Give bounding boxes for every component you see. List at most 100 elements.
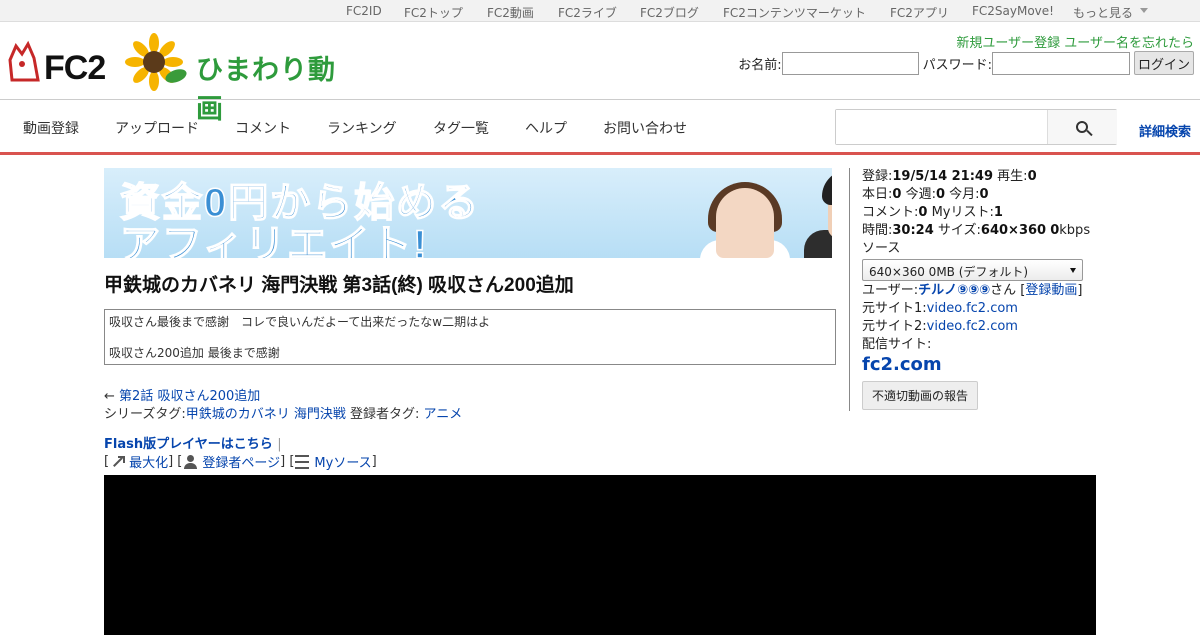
user-tag-label: 登録者タグ: — [350, 407, 420, 422]
topbar-more[interactable]: もっと見る — [1073, 4, 1133, 21]
mylist-count: 1 — [993, 205, 1003, 220]
topbar-fc2app[interactable]: FC2アプリ — [890, 4, 949, 21]
nav-ranking[interactable]: ランキング — [327, 118, 397, 138]
info-divider — [849, 168, 850, 411]
topbar-fc2saymove[interactable]: FC2SayMove! — [972, 4, 1054, 18]
comments-label: コメント: — [862, 205, 919, 220]
month-label: 今月: — [949, 187, 980, 202]
source-label: ソース — [862, 241, 901, 256]
login-form: お名前: パスワード: ログイン — [738, 51, 1194, 75]
main-nav: 動画登録 アップロード コメント ランキング タグ一覧 ヘルプ お問い合わせ 詳… — [0, 100, 1200, 155]
banner-woman-image — [716, 188, 774, 258]
user-tag-link[interactable]: アニメ — [424, 407, 463, 422]
fc2-mascot-icon — [8, 40, 40, 82]
flash-player-link[interactable]: Flash版プレイヤーはこちら — [104, 437, 273, 452]
site-logo[interactable]: FC2 ひまわり動画 — [6, 32, 356, 124]
description-line: 吸収さん最後まで感謝 コレで良いんだよーて出来だったなw二期はよ — [109, 315, 491, 329]
month-count: 0 — [979, 187, 989, 202]
previous-episode: ← 第2話 吸収さん200追加 — [104, 385, 260, 404]
video-info-panel: 登録:19/5/14 21:49 再生:0 本日:0 今週:0 今月:0 コメン… — [862, 168, 1090, 258]
week-label: 今週: — [905, 187, 936, 202]
expand-icon — [110, 455, 126, 469]
origin2-link[interactable]: video.fc2.com — [927, 319, 1018, 334]
plays-label: 再生: — [997, 169, 1028, 184]
nav-contact[interactable]: お問い合わせ — [603, 118, 687, 138]
nav-upload[interactable]: アップロード — [115, 118, 199, 138]
series-tag-label: シリーズタグ: — [104, 407, 186, 422]
left-arrow-icon: ← — [104, 389, 115, 404]
bitrate-unit: kbps — [1059, 223, 1091, 238]
video-player[interactable] — [104, 475, 1096, 635]
comment-count: 0 — [918, 205, 928, 220]
report-video-button[interactable]: 不適切動画の報告 — [862, 381, 978, 410]
sunflower-icon — [125, 33, 187, 91]
previous-episode-link[interactable]: 第2話 吸収さん200追加 — [119, 389, 260, 404]
advanced-search-link[interactable]: 詳細検索 — [1139, 121, 1191, 140]
mylist-label: Myリスト: — [931, 205, 994, 220]
nav-comment[interactable]: コメント — [235, 118, 291, 138]
size-label: サイズ: — [937, 223, 981, 238]
topbar-fc2top[interactable]: FC2トップ — [404, 4, 463, 21]
name-input[interactable] — [781, 51, 919, 75]
name-label: お名前: — [738, 57, 782, 73]
user-label: ユーザー: — [862, 283, 919, 298]
chevron-down-icon — [1070, 268, 1076, 273]
series-tag-link[interactable]: 甲鉄城のカバネリ 海門決戦 — [186, 407, 346, 422]
user-videos-link[interactable]: 登録動画 — [1025, 283, 1077, 298]
source-info: ユーザー:チルノ⑨⑨⑨さん [登録動画] 元サイト1:video.fc2.com… — [862, 283, 1083, 352]
video-title: 甲鉄城のカバネリ 海門決戦 第3話(終) 吸収さん200追加 — [104, 275, 574, 296]
registered-date: 19/5/14 21:49 — [892, 169, 994, 184]
source-selected: 640×360 0MB (デフォルト) — [869, 265, 1029, 279]
registered-label: 登録: — [862, 169, 893, 184]
flash-player-row: Flash版プレイヤーはこちら | — [104, 437, 282, 452]
duration: 30:24 — [892, 223, 934, 238]
user-icon — [183, 454, 198, 469]
nav-video-register[interactable]: 動画登録 — [23, 118, 79, 138]
today-label: 本日: — [862, 187, 893, 202]
bitrate-value: 0 — [1050, 223, 1060, 238]
description-line: 吸収さん200追加 最後まで感謝 — [109, 346, 280, 360]
topbar-fc2video[interactable]: FC2動画 — [487, 4, 534, 21]
week-count: 0 — [935, 187, 946, 202]
new-user-link[interactable]: 新規ユーザー登録 — [956, 36, 1060, 51]
player-tools: [最大化] [登録者ページ] [Myソース] — [104, 452, 377, 471]
list-icon — [295, 454, 310, 469]
site-header: FC2 ひまわり動画 新規ユーザー登録 ユーザー名を忘れたら お名前: パスワー… — [0, 22, 1200, 124]
play-count: 0 — [1027, 169, 1037, 184]
search-box — [835, 109, 1117, 145]
uploader-page-link[interactable]: 登録者ページ — [202, 452, 280, 471]
password-label: パスワード: — [922, 57, 992, 73]
password-input[interactable] — [992, 51, 1130, 75]
resolution: 640×360 — [980, 223, 1047, 238]
topbar-fc2id[interactable]: FC2ID — [346, 4, 382, 18]
my-source-link[interactable]: Myソース — [314, 452, 371, 471]
duration-label: 時間: — [862, 223, 893, 238]
forgot-username-link[interactable]: ユーザー名を忘れたら — [1064, 36, 1194, 51]
nav-help[interactable]: ヘルプ — [525, 118, 567, 138]
distribution-site-link[interactable]: fc2.com — [862, 354, 942, 375]
account-links: 新規ユーザー登録 ユーザー名を忘れたら — [956, 32, 1194, 51]
distribution-label: 配信サイト: — [862, 337, 932, 352]
search-button[interactable] — [1047, 110, 1117, 144]
today-count: 0 — [892, 187, 902, 202]
topbar-fc2live[interactable]: FC2ライブ — [558, 4, 617, 21]
origin1-link[interactable]: video.fc2.com — [927, 301, 1018, 316]
top-bar: FC2ID FC2トップ FC2動画 FC2ライブ FC2ブログ FC2コンテン… — [0, 0, 1200, 22]
topbar-fc2market[interactable]: FC2コンテンツマーケット — [723, 4, 866, 21]
banner-line2: アフィリエイト! — [119, 222, 429, 258]
source-select[interactable]: 640×360 0MB (デフォルト) — [862, 259, 1083, 281]
tag-row: シリーズタグ:甲鉄城のカバネリ 海門決戦 登録者タグ: アニメ — [104, 403, 462, 422]
search-input[interactable] — [836, 110, 1046, 144]
video-description: 吸収さん最後まで感謝 コレで良いんだよーて出来だったなw二期はよ 吸収さん200… — [104, 309, 836, 365]
login-button[interactable]: ログイン — [1134, 51, 1194, 75]
ad-banner[interactable]: 資金0円から始める アフィリエイト! — [104, 168, 832, 258]
user-suffix: さん — [990, 283, 1017, 298]
nav-tag-list[interactable]: タグ一覧 — [433, 118, 489, 138]
chevron-down-icon — [1140, 8, 1148, 13]
topbar-fc2blog[interactable]: FC2ブログ — [640, 4, 699, 21]
origin2-label: 元サイト2: — [862, 319, 927, 334]
maximize-link[interactable]: 最大化 — [129, 452, 168, 471]
user-name-link[interactable]: チルノ⑨⑨⑨ — [918, 283, 990, 298]
origin1-label: 元サイト1: — [862, 301, 927, 316]
logo-text: FC2 — [44, 49, 106, 87]
